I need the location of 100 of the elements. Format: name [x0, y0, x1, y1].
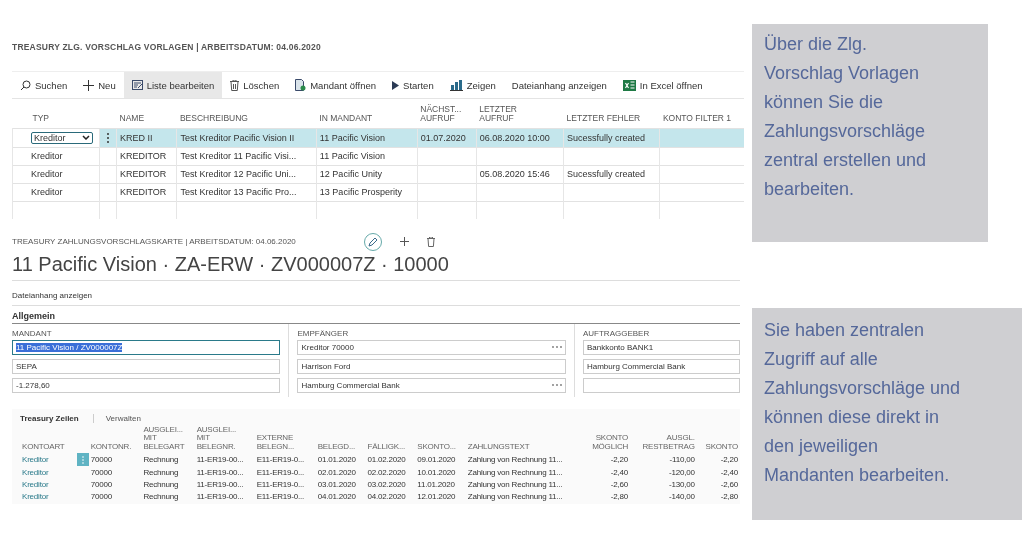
table-cell: -110,00 [669, 455, 695, 465]
table-cell: Kreditor [31, 169, 63, 180]
account-type-link[interactable]: Kreditor [22, 467, 49, 477]
column-header[interactable]: TYP [12, 99, 100, 129]
column-header[interactable]: EXTERNE BELEGN... [256, 434, 314, 453]
table-cell: E11-ER19-0... [256, 455, 305, 465]
table-cell: 11-ER19-00... [196, 467, 244, 477]
table-cell: Rechnung [143, 455, 179, 465]
table-cell: Zahlung von Rechnung 11... [467, 467, 563, 477]
table-cell: Zahlung von Rechnung 11... [467, 491, 563, 501]
table-cell: 11-ER19-00... [196, 455, 244, 465]
input-field[interactable]: Hamburg Commercial Bank [582, 358, 740, 374]
column-header[interactable]: FÄLLIGK... [367, 443, 414, 453]
table-cell: 11-ER19-00... [196, 479, 244, 489]
input-field[interactable] [582, 377, 740, 393]
table-row[interactable]: Kreditor 70000 Rechnung 11-ER19-00... E11-ER19-0... 04.01.2020 04.02.2020 12.01.2020 Zahlung von Rechnung 11... -2,80 -140,00 -2,80 [12, 490, 740, 503]
table-cell: 11-ER19-00... [196, 491, 244, 501]
toolbar-button[interactable]: Mandant öffnen [287, 72, 385, 98]
table-row[interactable]: Kreditor 70000 Rechnung 11-ER19-00... E11-ER19-0... 01.01.2020 01.02.2020 09.01.2020 Zahlung von Rechnung 11... -2,20 -110,00 -2,20 [12, 453, 740, 467]
column-header[interactable]: KONTO FILTER 1 [659, 99, 744, 129]
table-cell: Test Kreditor Pacific Vision II [180, 132, 295, 143]
excel-icon [622, 79, 636, 91]
column-header[interactable]: KONTOART [22, 443, 75, 453]
more-icon [551, 346, 562, 349]
toolbar-button[interactable]: Suchen [12, 72, 76, 98]
edit-list-icon [131, 80, 143, 90]
input-field[interactable]: -1.278,60 [12, 377, 281, 393]
toolbar-button[interactable]: Liste bearbeiten [123, 72, 223, 98]
lookup-button[interactable] [551, 346, 562, 349]
column-header[interactable]: KONTONR. [90, 443, 140, 453]
subpage-tab[interactable]: Treasury Zeilen [20, 413, 94, 423]
attachment-action[interactable]: Dateianhang anzeigen [12, 290, 93, 300]
edit-button[interactable] [364, 232, 382, 251]
table-cell: 12.01.2020 [417, 491, 456, 501]
column-header[interactable]: BELEGD... [317, 443, 364, 453]
table-row[interactable]: Kreditor KREDITOR Test Kreditor 13 Pacific Pro... 13 Pacific Prosperity [12, 183, 744, 202]
toolbar-button[interactable]: Zeigen [441, 72, 504, 98]
document-icon [295, 79, 307, 91]
table-cell: 09.01.2020 [417, 455, 456, 465]
input-field[interactable]: Bankkonto BANK1 [582, 339, 740, 355]
column-header[interactable]: AUSGL. RESTBETRAG [632, 434, 695, 453]
account-type-link[interactable]: Kreditor [22, 491, 49, 501]
table-cell: -2,40 [720, 467, 738, 477]
input-field[interactable]: SEPA [12, 358, 281, 374]
table-row[interactable]: Kreditor KRED II Test Kreditor Pacific Vision II 11 Pacific Vision 01.07.2020 06.08.2020 10:00 Sucessfully created [12, 128, 744, 148]
table-cell: Rechnung [143, 479, 179, 489]
field-label: EMPFÄNGER [297, 328, 350, 338]
table-cell: 06.08.2020 10:00 [479, 132, 550, 143]
column-header[interactable]: ZAHLUNGSTEXT [467, 443, 581, 453]
column-header[interactable]: AUSGLEI... MIT BELEGNR. [196, 425, 253, 453]
account-type-link[interactable]: Kreditor [22, 455, 49, 465]
account-type-link[interactable]: Kreditor [22, 479, 49, 489]
input-field[interactable]: Hamburg Commercial Bank [297, 377, 566, 393]
column-header[interactable]: SKONTO... [417, 443, 464, 453]
table-cell: E11-ER19-0... [256, 467, 305, 477]
table-cell: -2,20 [720, 455, 738, 465]
column-header[interactable]: LETZTER AUFRUF [476, 99, 564, 129]
table-cell: 01.01.2020 [317, 455, 356, 465]
column-header[interactable]: LETZTER FEHLER [563, 99, 660, 129]
table-row[interactable]: Kreditor 70000 Rechnung 11-ER19-00... E11-ER19-0... 02.01.2020 02.02.2020 10.01.2020 Zahlung von Rechnung 11... -2,40 -120,00 -2,40 [12, 466, 740, 479]
column-header[interactable]: NÄCHST... AUFRUF [417, 99, 477, 129]
play-icon [392, 80, 400, 90]
add-icon[interactable] [400, 237, 409, 247]
lookup-button[interactable] [551, 384, 562, 387]
table-cell: -2,20 [610, 455, 629, 465]
column-header[interactable]: IN MANDANT [316, 99, 418, 129]
table-cell: E11-ER19-0... [256, 491, 305, 501]
more-icon [81, 455, 84, 464]
column-header[interactable]: AUSGLEI... MIT BELEGART [143, 425, 193, 453]
table-cell: 04.02.2020 [367, 491, 406, 501]
type-dropdown[interactable]: Kreditor [31, 131, 93, 144]
table-cell: KRED II [120, 132, 153, 143]
page-breadcrumb: TREASURY ZAHLUNGSVORSCHLAGSKARTE | ARBEITSDATUM: 04.06.2020 [12, 237, 297, 247]
table-cell: KREDITOR [120, 151, 167, 162]
table-cell: 03.02.2020 [367, 479, 406, 489]
input-field[interactable]: Kreditor 70000 [297, 339, 566, 355]
column-header[interactable]: SKONTO MÖGLICH [584, 434, 629, 453]
page-title: TREASURY ZLG. VORSCHLAG VORLAGEN | ARBEITSDATUM: 04.06.2020 [12, 42, 322, 52]
column-header[interactable]: NAME [116, 99, 177, 129]
subpage-tab[interactable]: Verwalten [105, 413, 155, 423]
plus-icon [83, 79, 95, 91]
toolbar-button[interactable]: Starten [384, 72, 442, 98]
input-field[interactable]: 11 Pacific Vision / ZV000007Z [12, 339, 281, 355]
table-cell: 04.01.2020 [317, 491, 356, 501]
column-header[interactable]: BESCHREIBUNG [176, 99, 317, 129]
callout-note: Sie haben zentralen Zugriff auf alle Zahlungsvorschläge und können diese direkt in den jeweiligen Mandanten bearbeiten. [752, 308, 1022, 520]
toolbar-button[interactable]: Neu [75, 72, 124, 98]
delete-icon[interactable] [427, 236, 435, 247]
table-cell: 12 Pacific Unity [319, 169, 382, 180]
table-cell: 10.01.2020 [417, 467, 456, 477]
column-header[interactable]: SKONTO [698, 443, 738, 453]
toolbar-button[interactable]: Dateianhang anzeigen [503, 72, 615, 98]
toolbar-button[interactable]: In Excel öffnen [614, 72, 711, 98]
table-row[interactable]: Kreditor KREDITOR Test Kreditor 11 Pacific Visi... 11 Pacific Vision [12, 147, 744, 166]
toolbar-button[interactable]: Löschen [222, 72, 288, 98]
table-row[interactable]: Kreditor 70000 Rechnung 11-ER19-00... E11-ER19-0... 03.01.2020 03.02.2020 11.01.2020 Zahlung von Rechnung 11... -2,60 -130,00 -2,60 [12, 478, 740, 491]
table-cell: -140,00 [668, 491, 695, 501]
input-field[interactable]: Harrison Ford [297, 358, 566, 374]
table-row[interactable]: Kreditor KREDITOR Test Kreditor 12 Pacific Uni... 12 Pacific Unity 05.08.2020 15:46 Sucessfully created [12, 165, 744, 184]
table-cell: -2,40 [610, 467, 629, 477]
